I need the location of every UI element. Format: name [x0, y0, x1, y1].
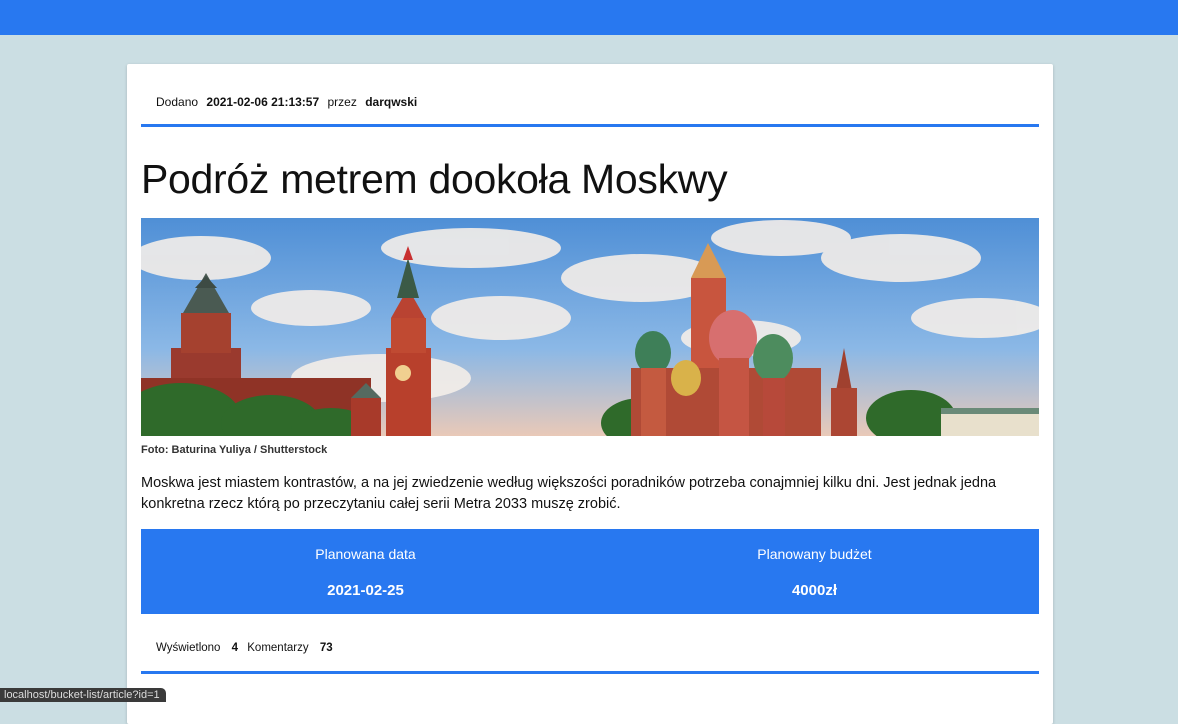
article-lead: Moskwa jest miastem kontrastów, a na jej… — [141, 475, 997, 512]
planned-budget-value: 4000zł — [791, 582, 838, 599]
comments-count: 73 — [319, 642, 333, 654]
article-stats: Wyświetlono 4 Komentarzy 73 — [156, 642, 339, 654]
comments-label[interactable]: Komentarzy — [247, 642, 308, 654]
meta-divider — [141, 124, 1039, 127]
plan-info-box: Planowana data 2021-02-25 Planowany budż… — [141, 529, 1039, 614]
planned-budget-label: Planowany budżet — [757, 546, 872, 562]
moscow-hero-image — [141, 218, 1039, 436]
article-meta: Dodano 2021-02-06 21:13:57 przez darqwsk… — [156, 95, 422, 109]
views-count: 4 — [231, 642, 239, 654]
added-label: Dodano — [156, 95, 199, 109]
planned-budget-block: Planowany budżet 4000zł — [590, 529, 1039, 614]
author-name[interactable]: darqwski — [365, 95, 417, 109]
views-label: Wyświetlono — [156, 642, 221, 654]
article-title: Podróż metrem dookoła Moskwy — [141, 156, 728, 202]
planned-date-block: Planowana data 2021-02-25 — [141, 529, 590, 614]
article-card: Dodano 2021-02-06 21:13:57 przez darqwsk… — [127, 64, 1053, 724]
image-caption: Foto: Baturina Yuliya / Shutterstock — [141, 444, 328, 456]
top-nav-bar — [0, 0, 1178, 35]
added-date: 2021-02-06 21:13:57 — [206, 95, 320, 109]
planned-date-label: Planowana data — [315, 546, 416, 562]
stats-divider — [141, 671, 1039, 674]
planned-date-value: 2021-02-25 — [327, 582, 404, 599]
by-label: przez — [327, 95, 357, 109]
